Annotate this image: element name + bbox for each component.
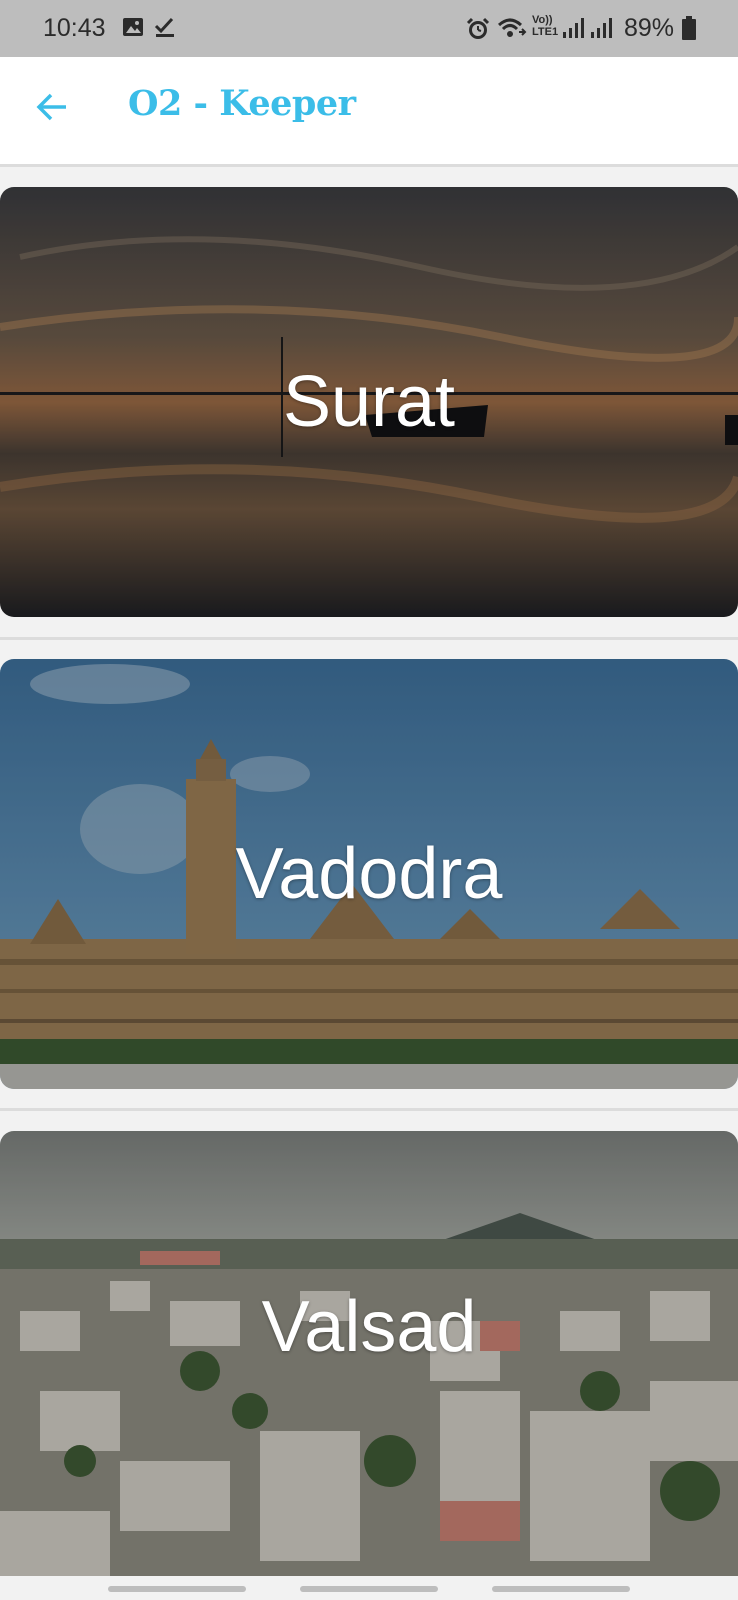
image-icon	[122, 16, 144, 42]
nav-recents-pill[interactable]	[108, 1586, 246, 1592]
battery-icon	[682, 16, 696, 44]
volte-icon: Vo)) LTE1	[532, 14, 559, 38]
status-time: 10:43	[43, 14, 106, 42]
divider	[0, 637, 738, 640]
nav-back-pill[interactable]	[492, 1586, 630, 1592]
city-card-valsad[interactable]: Valsad	[0, 1131, 738, 1576]
city-name: Surat	[282, 362, 456, 442]
app-bar: O2 - Keeper	[0, 57, 738, 167]
signal-icon	[562, 16, 584, 44]
battery-percent: 89%	[624, 14, 675, 42]
signal-icon	[590, 16, 612, 44]
nav-home-pill[interactable]	[300, 1586, 438, 1592]
check-icon	[154, 16, 176, 42]
wifi-calling-icon	[497, 16, 527, 46]
divider	[0, 1108, 738, 1111]
city-card-vadodra[interactable]: Vadodra	[0, 659, 738, 1089]
alarm-icon	[465, 16, 491, 46]
navigation-bar	[0, 1576, 738, 1600]
city-name: Vadodra	[235, 834, 503, 914]
city-name: Valsad	[261, 1286, 477, 1367]
city-card-surat[interactable]: Surat	[0, 187, 738, 617]
app-title: O2 - Keeper	[128, 83, 356, 124]
status-bar: 10:43 Vo)) LTE1 89%	[0, 0, 738, 57]
arrow-left-icon	[35, 92, 69, 126]
back-button[interactable]	[26, 83, 78, 135]
